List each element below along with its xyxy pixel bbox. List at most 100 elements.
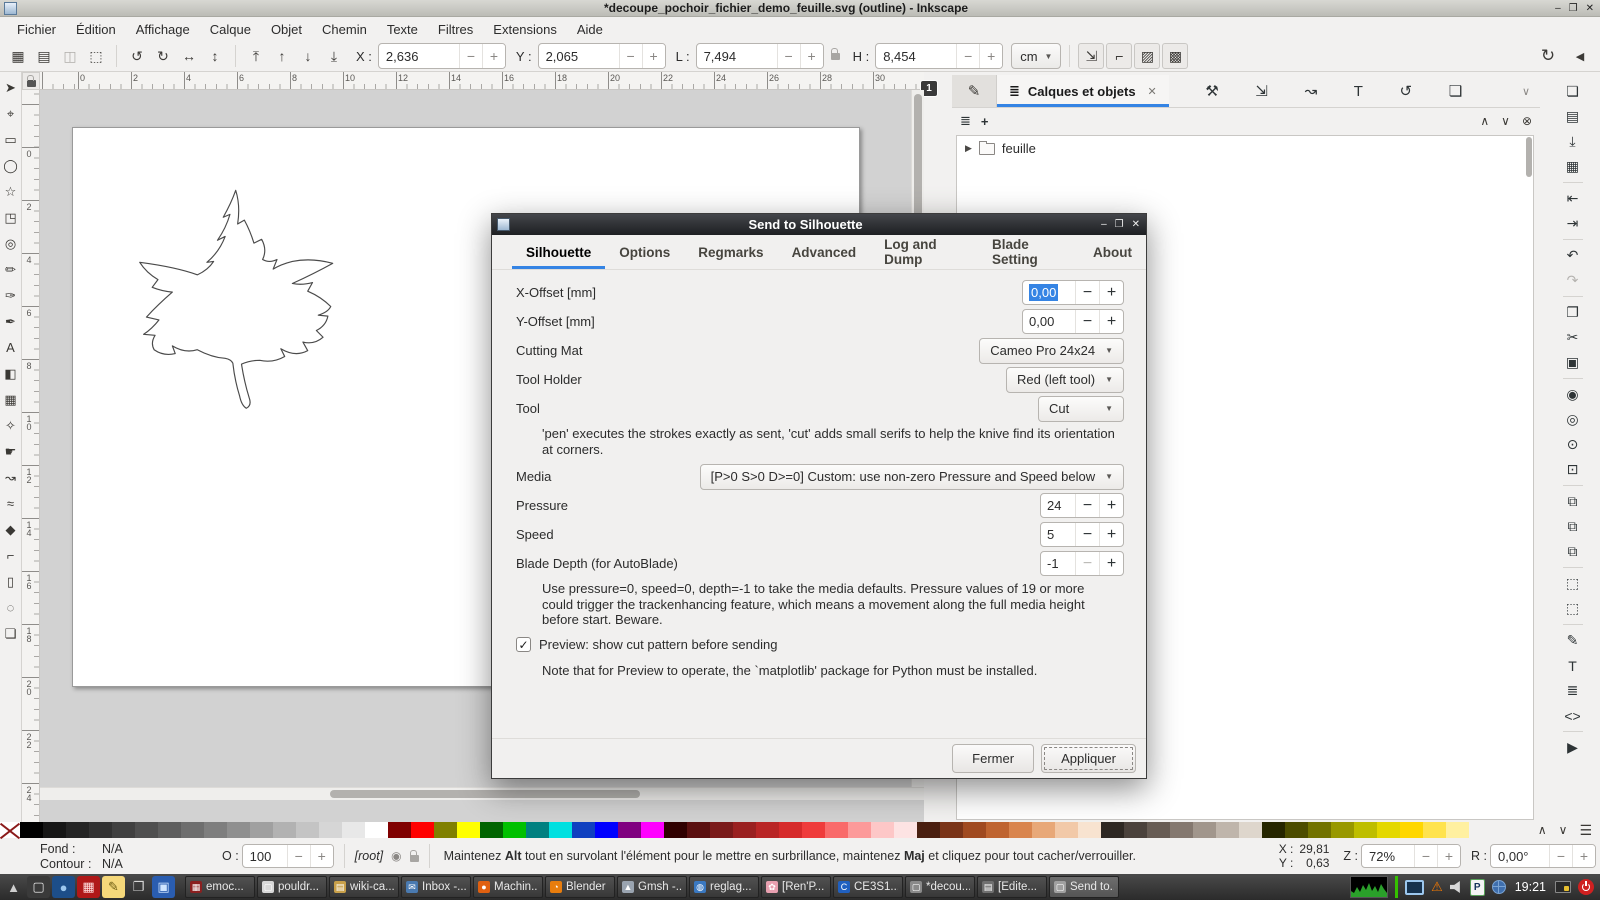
y-input[interactable]: 2,065 − + — [538, 43, 666, 69]
palette-swatch[interactable] — [20, 822, 43, 838]
speed-plus-button[interactable]: + — [1099, 523, 1123, 546]
palette-swatch[interactable] — [319, 822, 342, 838]
scale-stroke-icon[interactable]: ⇲ — [1078, 43, 1104, 69]
dock-objects-icon[interactable]: ❏ — [1449, 82, 1462, 100]
taskbar-window-machin[interactable]: ● Machin... — [473, 876, 543, 898]
palette-swatch[interactable] — [1446, 822, 1469, 838]
palette-swatch[interactable] — [181, 822, 204, 838]
palette-swatch[interactable] — [411, 822, 434, 838]
dialog-tab[interactable]: Options — [605, 235, 684, 269]
palette-menu-icon[interactable]: ☰ — [1579, 822, 1592, 839]
tree-scrollbar[interactable] — [1526, 137, 1532, 177]
palette-swatch[interactable] — [457, 822, 480, 838]
volume-warning-icon[interactable]: ⚠ — [1431, 879, 1443, 895]
tool-dropdown[interactable]: Cut▼ — [1038, 396, 1124, 422]
palette-swatch[interactable] — [1009, 822, 1032, 838]
palette-swatch[interactable] — [1078, 822, 1101, 838]
redo-icon[interactable]: ↷ — [1560, 268, 1586, 293]
palette-swatch[interactable] — [710, 822, 733, 838]
taskbar-window-renpy[interactable]: ✿ [Ren'P... — [761, 876, 831, 898]
taskbar-window-inbox[interactable]: ✉ Inbox -... — [401, 876, 471, 898]
taskbar-window-gmsh[interactable]: ▲ Gmsh -... — [617, 876, 687, 898]
palette-swatch[interactable] — [227, 822, 250, 838]
taskbar-window-decou[interactable]: ▢ *decou... — [905, 876, 975, 898]
close-button[interactable]: ✕ — [1586, 3, 1594, 14]
palette-swatch[interactable] — [526, 822, 549, 838]
palette-swatch[interactable] — [641, 822, 664, 838]
tool-holder-dropdown[interactable]: Red (left tool)▼ — [1006, 367, 1124, 393]
blade-depth-spinner[interactable]: -1 − + — [1040, 551, 1124, 576]
palette-swatch[interactable] — [365, 822, 388, 838]
tool-dropper[interactable]: ✧ — [1, 413, 21, 438]
width-plus-button[interactable]: + — [800, 44, 823, 68]
export-icon[interactable]: ⇥ — [1560, 211, 1586, 236]
y-minus-button[interactable]: − — [619, 44, 642, 68]
layer-lock-icon[interactable] — [410, 855, 419, 862]
lower-icon[interactable]: ↓ — [296, 44, 320, 68]
taskbar-window-edite[interactable]: ▤ [Édite... — [977, 876, 1047, 898]
layer-feuille[interactable]: ▶ feuille — [957, 136, 1533, 160]
print-icon[interactable]: ▦ — [1560, 154, 1586, 179]
layers-dialog-icon[interactable]: ≣ — [1560, 678, 1586, 703]
zoom-drawing-icon[interactable]: ◎ — [1560, 407, 1586, 432]
deselect-icon[interactable]: ◫ — [58, 44, 82, 68]
palette-swatch[interactable] — [1055, 822, 1078, 838]
tool-pen[interactable]: ✒ — [1, 309, 21, 334]
palette-swatch[interactable] — [434, 822, 457, 838]
tool-zoom[interactable]: ◌ — [1, 595, 21, 620]
palette-swatch[interactable] — [848, 822, 871, 838]
zoom-input[interactable]: 72% − + — [1361, 844, 1461, 868]
pressure-minus-button[interactable]: − — [1075, 494, 1099, 517]
canvas-gear-icon[interactable]: ⚙ — [920, 784, 924, 802]
palette-swatch[interactable] — [66, 822, 89, 838]
dock-export-icon[interactable]: ⇲ — [1255, 82, 1268, 100]
palette-swatch[interactable] — [1308, 822, 1331, 838]
dock-path-effects-icon[interactable]: ↝ — [1305, 82, 1318, 100]
power-button[interactable] — [1578, 879, 1594, 895]
height-minus-button[interactable]: − — [956, 44, 979, 68]
xml-editor-icon[interactable]: <> — [1560, 703, 1586, 728]
tool-mesh[interactable]: ▦ — [1, 387, 21, 412]
layer-visibility-icon[interactable]: ◉ — [391, 849, 401, 863]
rotation-input[interactable]: 0,00° − + — [1490, 844, 1596, 868]
width-input[interactable]: 7,494 − + — [696, 43, 824, 69]
tool-spiral[interactable]: ◎ — [1, 231, 21, 256]
undo-icon[interactable]: ↶ — [1560, 243, 1586, 268]
screen-lock-icon[interactable] — [1555, 881, 1571, 893]
leaf-outline-drawing[interactable] — [100, 175, 358, 415]
width-minus-button[interactable]: − — [777, 44, 800, 68]
tool-3dbox[interactable]: ◳ — [1, 205, 21, 230]
tool-calligraphy[interactable]: ✑ — [1, 283, 21, 308]
more-icon[interactable]: ▶ — [1560, 735, 1586, 760]
tool-pages[interactable]: ❏ — [1, 621, 21, 646]
palette-swatch[interactable] — [89, 822, 112, 838]
taskbar-window-pouldr[interactable]: ▢ pouldr... — [257, 876, 327, 898]
palette-swatch[interactable] — [342, 822, 365, 838]
menu-item[interactable]: Filtres — [429, 19, 482, 40]
lower-to-bottom-icon[interactable]: ⤓ — [322, 44, 346, 68]
vertical-ruler[interactable]: 024681012141618202224 — [22, 90, 40, 822]
zoom-page-icon[interactable]: ⊙ — [1560, 432, 1586, 457]
menu-item[interactable]: Aide — [568, 19, 612, 40]
dock-text-icon[interactable]: T — [1354, 83, 1363, 100]
x-offset-spinner[interactable]: 0,00 − + — [1022, 280, 1124, 305]
palette-swatch[interactable] — [986, 822, 1009, 838]
dialog-tab[interactable]: Silhouette — [512, 235, 605, 269]
pressure-spinner[interactable]: 24 − + — [1040, 493, 1124, 518]
unlink-clone-icon[interactable]: ⧉ — [1560, 539, 1586, 564]
dialog-tab[interactable]: About — [1079, 235, 1146, 269]
media-dropdown[interactable]: [P>0 S>0 D>=0] Custom: use non-zero Pres… — [700, 464, 1124, 490]
tool-tweak[interactable]: ↝ — [1, 465, 21, 490]
menu-item[interactable]: Texte — [378, 19, 427, 40]
palette-scroll-down-icon[interactable]: ∨ — [1559, 823, 1568, 837]
scale-corners-icon[interactable]: ⌐ — [1106, 43, 1132, 69]
rotation-plus-button[interactable]: + — [1572, 845, 1595, 867]
horizontal-scrollbar[interactable] — [40, 787, 924, 800]
palette-swatch[interactable] — [503, 822, 526, 838]
delete-layer-icon[interactable]: ⊗ — [1522, 114, 1532, 128]
palette-swatch[interactable] — [1285, 822, 1308, 838]
palette-swatch[interactable] — [1423, 822, 1446, 838]
toggle-selection-box-icon[interactable]: ⬚ — [84, 44, 108, 68]
palette-swatch[interactable] — [1124, 822, 1147, 838]
workspace-switcher[interactable]: ▣ — [152, 876, 175, 898]
